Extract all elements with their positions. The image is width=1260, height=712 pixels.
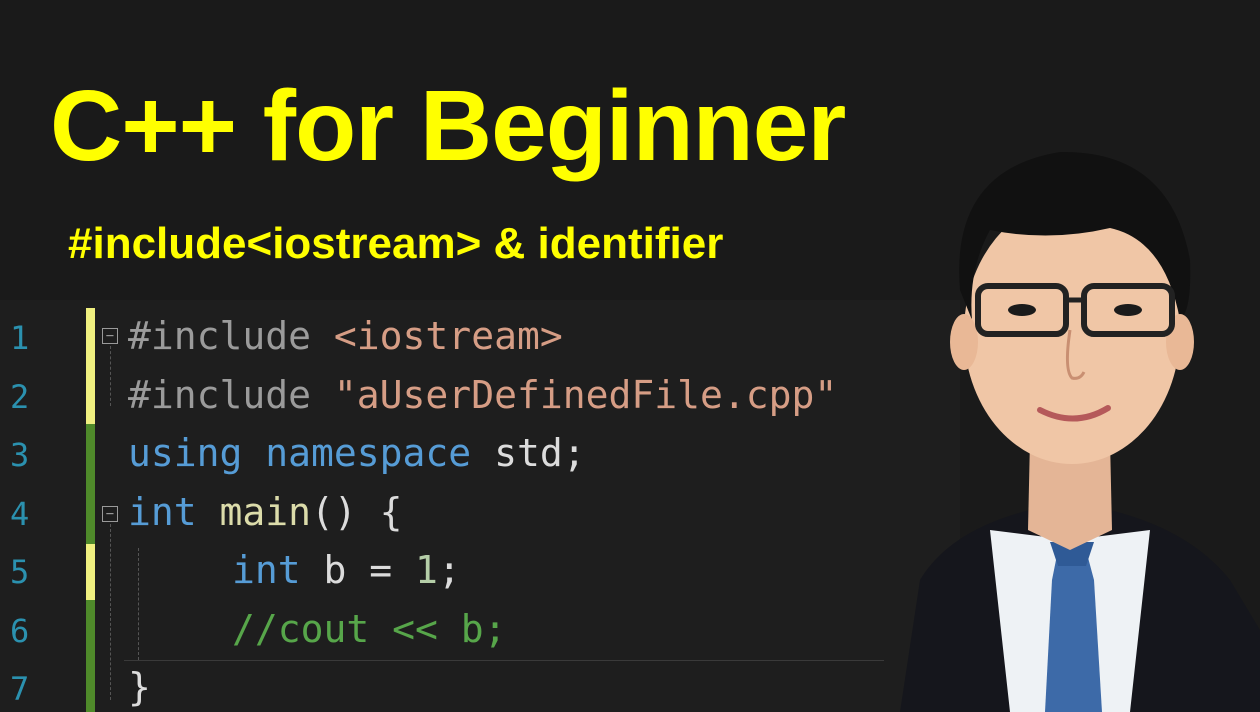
video-title: C++ for Beginner bbox=[50, 70, 846, 182]
video-subtitle: #include<iostream> & identifier bbox=[68, 219, 724, 268]
presenter-photo bbox=[900, 151, 1260, 712]
code-line-7: } bbox=[128, 665, 151, 709]
code-line-6: //cout << b; bbox=[232, 607, 507, 651]
change-indicator-saved bbox=[86, 600, 95, 712]
code-line-4: int main() { bbox=[128, 490, 403, 534]
code-line-2: #include "aUserDefinedFile.cpp" bbox=[128, 373, 838, 417]
line-number: 6 bbox=[10, 612, 30, 650]
code-line-5: int b = 1; bbox=[232, 548, 461, 592]
line-number: 3 bbox=[10, 436, 30, 474]
change-indicator-saved bbox=[86, 424, 95, 544]
change-indicator-unsaved bbox=[86, 544, 95, 600]
line-number: 5 bbox=[10, 553, 30, 591]
block-separator bbox=[124, 660, 884, 661]
line-number: 2 bbox=[10, 378, 30, 416]
code-line-1: #include <iostream> bbox=[128, 314, 563, 358]
fold-guide bbox=[110, 524, 111, 700]
line-number: 7 bbox=[10, 670, 30, 708]
line-number: 1 bbox=[10, 319, 30, 357]
code-editor: 1 2 3 4 5 6 7 − − #include <iostream> #i… bbox=[0, 300, 960, 712]
line-number: 4 bbox=[10, 495, 30, 533]
fold-guide bbox=[110, 346, 111, 406]
collapse-icon[interactable]: − bbox=[102, 328, 118, 344]
indent-guide bbox=[138, 548, 139, 660]
change-indicator-saved bbox=[86, 308, 95, 424]
collapse-icon[interactable]: − bbox=[102, 506, 118, 522]
code-line-3: using namespace std; bbox=[128, 431, 586, 475]
